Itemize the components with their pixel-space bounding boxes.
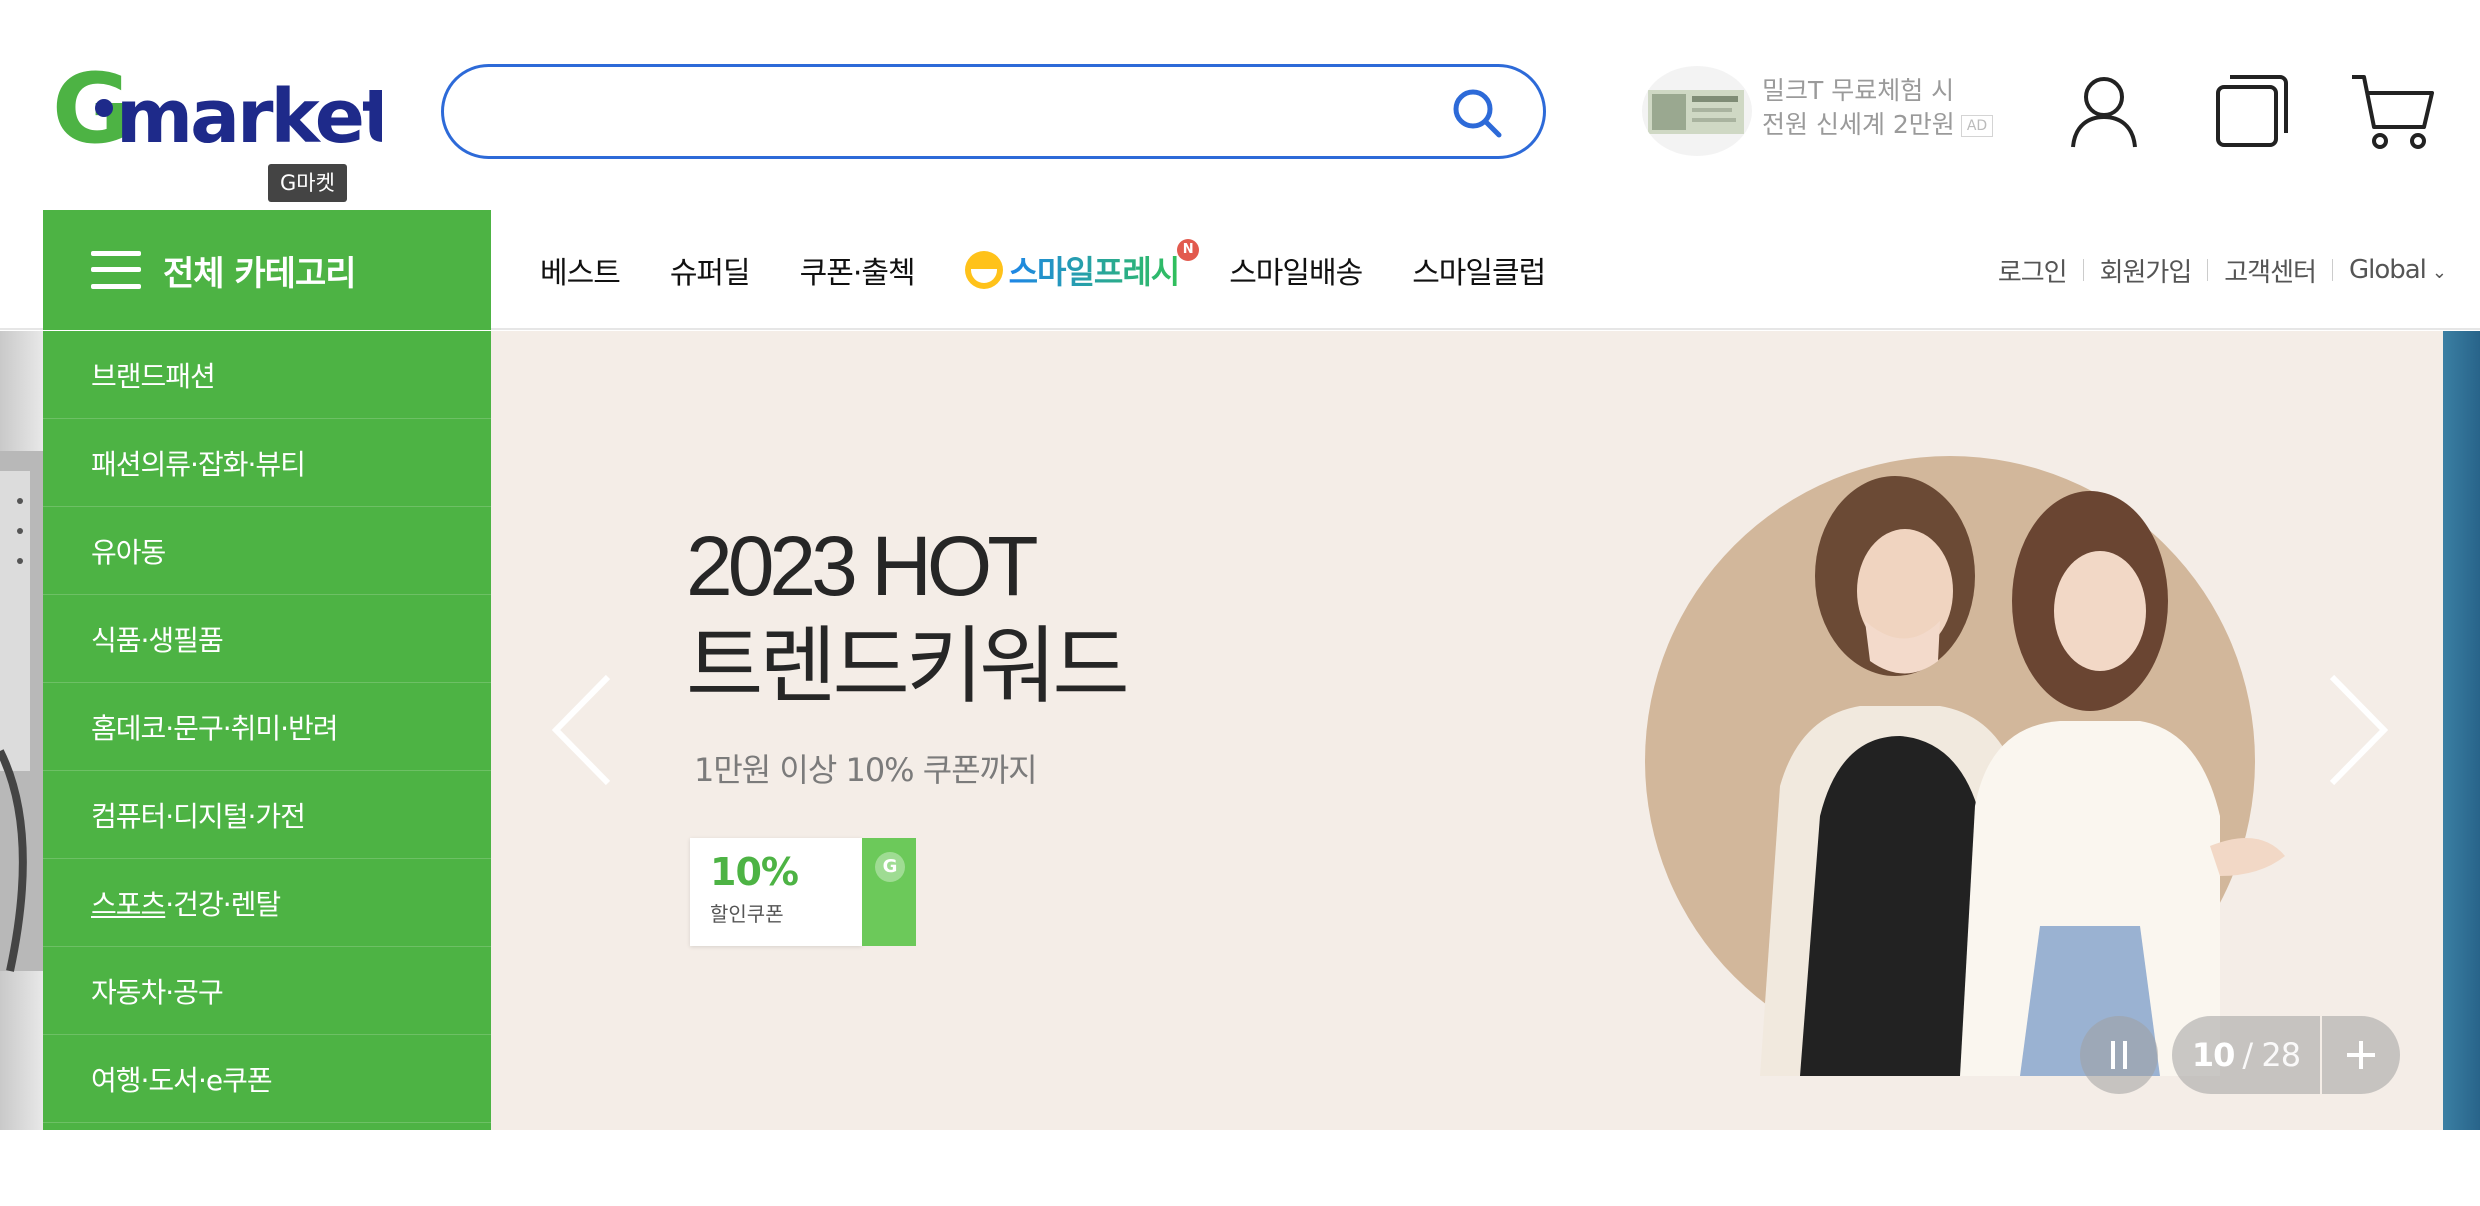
cart-icon [2352,75,2434,149]
main-banner: 브랜드패션 패션의류·잡화·뷰티 유아동 식품·생필품 홈데코·문구·취미·반려… [0,331,2480,1130]
search-box[interactable] [441,64,1546,159]
banner-title-line2: 트렌드키워드 [686,617,1130,715]
customer-center-link[interactable]: 고객센터 [2224,252,2317,289]
search-button[interactable] [1449,85,1505,141]
divider [2082,259,2084,281]
svg-text:market: market [116,74,382,155]
divider [2207,259,2209,281]
category-item[interactable]: 여행·도서·e쿠폰 [43,1035,491,1123]
global-link[interactable]: Global ⌄ [2348,255,2447,285]
chevron-left-icon [551,674,611,786]
category-menu: 브랜드패션 패션의류·잡화·뷰티 유아동 식품·생필품 홈데코·문구·취미·반려… [43,331,491,1130]
header-ad[interactable]: 밀크T 무료체험 시 전원 신세계 2만원 AD [1642,64,2002,159]
login-link[interactable]: 로그인 [1998,252,2068,289]
nav-best[interactable]: 베스트 [540,248,621,292]
category-item[interactable]: 유아동 [43,507,491,595]
all-category-button[interactable]: 전체 카테고리 [43,210,491,330]
banner-subtitle: 1만원 이상 10% 쿠폰까지 [694,751,1038,789]
nav-smile-club[interactable]: 스마일클럽 [1412,248,1546,292]
slide-total: / 28 [2242,1036,2301,1074]
nav-coupon[interactable]: 쿠폰·출첵 [800,248,916,292]
search-input[interactable] [484,85,1434,140]
my-page-button[interactable] [2062,68,2146,154]
ad-image [1642,66,1752,156]
category-item[interactable]: 브랜드패션 [43,331,491,419]
nav-smile-delivery[interactable]: 스마일배송 [1229,248,1363,292]
category-item[interactable]: 스포츠·건강·렌탈 [43,859,491,947]
ad-line2: 전원 신세계 2만원 [1762,110,1955,139]
next-slide-button[interactable] [2322,671,2392,789]
view-all-slides-button[interactable] [2322,1016,2400,1094]
recent-view-button[interactable] [2210,68,2294,154]
gmarket-g-icon: G [875,852,905,882]
plus-icon [2347,1041,2375,1069]
nav-links: 베스트 슈퍼딜 쿠폰·출첵 스마일프레시 N 스마일배송 스마일클럽 [540,210,1595,330]
signup-link[interactable]: 회원가입 [2100,252,2193,289]
nav-smile-fresh[interactable]: 스마일프레시 N [964,239,1200,293]
category-item[interactable]: 자동차·공구 [43,947,491,1035]
all-category-label: 전체 카테고리 [163,253,357,294]
banner-model-photo [1620,386,2320,1076]
hamburger-icon [91,251,141,289]
utility-links: 로그인 회원가입 고객센터 Global ⌄ [1998,210,2447,330]
slide-counter: 10 / 28 [2172,1016,2320,1094]
pause-button[interactable] [2080,1016,2158,1094]
new-badge: N [1177,239,1200,261]
chevron-down-icon: ⌄ [2431,262,2447,283]
slide-pager: 10 / 28 [2172,1016,2400,1094]
main-nav: 전체 카테고리 베스트 슈퍼딜 쿠폰·출첵 스마일프레시 N 스마일배송 스마일… [0,210,2480,330]
divider [2331,259,2333,281]
category-item[interactable]: 패션의류·잡화·뷰티 [43,419,491,507]
prev-slide-peek [0,331,43,1130]
ad-badge: AD [1960,115,1994,137]
nav-superdeal[interactable]: 슈퍼딜 [670,248,751,292]
recent-items-icon [2216,75,2288,147]
category-item[interactable]: 식품·생필품 [43,595,491,683]
user-icon [2071,77,2137,148]
logo-tooltip: G마켓 [268,164,347,202]
chevron-right-icon [2329,674,2389,786]
coupon-percent: 10% [710,850,799,894]
slide-current: 10 [2191,1036,2236,1074]
category-item[interactable]: 컴퓨터·디지털·가전 [43,771,491,859]
coupon-label: 할인쿠폰 [710,902,784,926]
gmarket-logo[interactable]: G market [52,60,382,155]
global-label: Global [2348,255,2427,285]
banner-title-line1: 2023 HOT [686,519,1039,613]
cart-button[interactable] [2348,68,2438,154]
coupon-graphic: 10% 할인쿠폰 G [690,838,916,950]
ad-line1: 밀크T 무료체험 시 [1762,76,1955,105]
slide-controls: 10 / 28 [2080,1015,2400,1095]
category-item[interactable]: 홈데코·문구·취미·반려 [43,683,491,771]
smile-fresh-label: 스마일프레시 [1009,247,1181,293]
search-icon [1453,89,1502,138]
next-slide-peek [2443,331,2480,1130]
prev-slide-button[interactable] [548,671,618,789]
smile-face-icon [964,251,1003,289]
